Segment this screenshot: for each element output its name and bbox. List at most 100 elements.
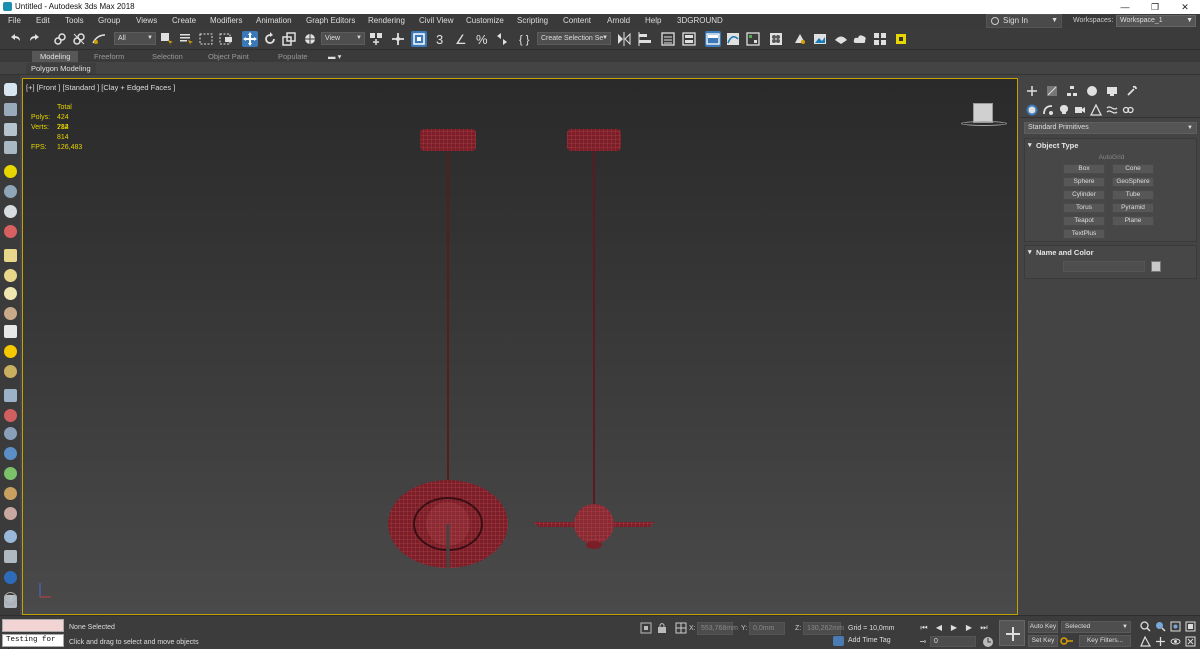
help-icon[interactable]: ? xyxy=(4,592,17,605)
motion-tab-icon[interactable] xyxy=(1086,85,1098,97)
object-color-swatch[interactable] xyxy=(1151,261,1161,272)
globe-icon[interactable] xyxy=(4,447,17,460)
current-frame-field[interactable]: 0 xyxy=(930,636,976,647)
autogrid-checkbox[interactable]: AutoGrid xyxy=(1025,154,1198,161)
biped-icon[interactable] xyxy=(4,427,17,440)
select-and-place-icon[interactable] xyxy=(302,31,318,47)
rectangular-selection-region-icon[interactable] xyxy=(198,31,214,47)
select-and-link-icon[interactable] xyxy=(52,31,68,47)
menu-content[interactable]: Content xyxy=(563,16,591,25)
shapes-category-icon[interactable] xyxy=(1042,104,1054,116)
list-view-icon[interactable] xyxy=(4,141,17,154)
box-button[interactable]: Box xyxy=(1063,164,1105,174)
sphere-button[interactable]: Sphere xyxy=(1063,177,1105,187)
grid-helper-icon[interactable] xyxy=(4,389,17,402)
lights-category-icon[interactable] xyxy=(1058,104,1070,116)
orbit-icon[interactable] xyxy=(1170,636,1181,647)
sphere-icon[interactable] xyxy=(4,287,17,300)
menu-civil-view[interactable]: Civil View xyxy=(419,16,454,25)
object-name-field[interactable] xyxy=(1063,261,1145,272)
tube-button[interactable]: Tube xyxy=(1112,190,1154,200)
x-coordinate-field[interactable]: 553,768mm xyxy=(697,622,738,635)
schematic-view-icon[interactable] xyxy=(745,31,761,47)
absolute-mode-icon[interactable] xyxy=(675,622,687,634)
field-of-view-icon[interactable] xyxy=(1140,636,1151,647)
object-category-select[interactable]: Standard Primitives ▼ xyxy=(1024,122,1197,134)
z-coordinate-field[interactable]: 130,262mm xyxy=(803,622,844,635)
toggle-layer-explorer-icon[interactable] xyxy=(681,31,697,47)
select-and-move-icon[interactable] xyxy=(242,31,258,47)
toggle-ribbon-icon[interactable] xyxy=(705,31,721,47)
undo-icon[interactable] xyxy=(7,31,23,47)
render-in-cloud-icon[interactable] xyxy=(852,31,868,47)
torus-button[interactable]: Torus xyxy=(1063,203,1105,213)
material-editor-icon[interactable] xyxy=(768,31,784,47)
tab-selection[interactable]: Selection xyxy=(144,51,191,62)
menu-views[interactable]: Views xyxy=(136,16,157,25)
helpers-category-icon[interactable] xyxy=(1090,104,1102,116)
select-by-name-icon[interactable] xyxy=(178,31,194,47)
minimize-button[interactable]: — xyxy=(1110,0,1140,14)
selection-filter-select[interactable]: All ▼ xyxy=(114,32,156,45)
particle-flow-icon[interactable] xyxy=(4,487,17,500)
systems-category-icon[interactable] xyxy=(1122,104,1134,116)
named-selection-set-select[interactable]: Create Selection Se ▼ xyxy=(537,32,611,45)
align-icon[interactable] xyxy=(637,31,653,47)
maxscript-listener-output[interactable] xyxy=(2,619,64,632)
edit-named-selection-icon[interactable]: { } xyxy=(517,31,533,47)
render-setup-icon[interactable] xyxy=(792,31,808,47)
select-and-scale-icon[interactable] xyxy=(281,31,297,47)
zoom-icon[interactable] xyxy=(1140,621,1151,632)
cloth-icon[interactable] xyxy=(4,507,17,520)
auto-key-button[interactable]: Auto Key xyxy=(1028,621,1058,633)
mirror-icon[interactable] xyxy=(616,31,632,47)
reference-coordinate-select[interactable]: View ▼ xyxy=(321,32,365,45)
render-production-icon[interactable] xyxy=(833,31,849,47)
display-tab-icon[interactable] xyxy=(1106,85,1118,97)
restore-button[interactable]: ❐ xyxy=(1140,0,1170,14)
viewcube[interactable] xyxy=(973,103,993,123)
cylinder-button[interactable]: Cylinder xyxy=(1063,190,1105,200)
menu-modifiers[interactable]: Modifiers xyxy=(210,16,242,25)
teapot-button[interactable]: Teapot xyxy=(1063,216,1105,226)
select-and-manipulate-icon[interactable] xyxy=(390,31,406,47)
tab-populate[interactable]: Populate xyxy=(270,51,316,62)
select-and-rotate-icon[interactable] xyxy=(262,31,278,47)
tab-modeling[interactable]: Modeling xyxy=(32,51,79,62)
systems-icon[interactable] xyxy=(4,225,17,238)
zoom-extents-all-icon[interactable] xyxy=(1185,621,1196,632)
add-time-tag-button[interactable]: Add Time Tag xyxy=(833,636,891,646)
cameras-category-icon[interactable] xyxy=(1074,104,1086,116)
viewport-layout-icon[interactable] xyxy=(4,83,17,96)
unlink-selection-icon[interactable] xyxy=(71,31,87,47)
key-filters-button[interactable]: Key Filters... xyxy=(1079,635,1131,647)
menu-group[interactable]: Group xyxy=(98,16,120,25)
key-mode-select[interactable]: Selected ▼ xyxy=(1061,621,1131,633)
y-coordinate-field[interactable]: 0,0mm xyxy=(749,622,785,635)
menu-file[interactable]: File xyxy=(8,16,21,25)
maxscript-mini-listener[interactable]: Testing for : xyxy=(2,634,64,649)
pendant-lamp-right[interactable] xyxy=(533,129,655,549)
front-viewport[interactable]: [+] [Front ] [Standard ] [Clay + Edged F… xyxy=(22,78,1018,615)
maximize-viewport-icon[interactable] xyxy=(1185,636,1196,647)
menu-3dground[interactable]: 3DGROUND xyxy=(677,16,723,25)
3dground-plugin-icon[interactable] xyxy=(893,31,909,47)
angle-snap-icon[interactable]: ∠ xyxy=(454,31,470,47)
redo-icon[interactable] xyxy=(27,31,43,47)
snaps-toggle-icon[interactable]: 3 xyxy=(433,31,449,47)
helpers-icon[interactable] xyxy=(4,185,17,198)
close-button[interactable]: ✕ xyxy=(1170,0,1200,14)
modify-tab-icon[interactable] xyxy=(1046,85,1058,97)
space-warps-category-icon[interactable] xyxy=(1106,104,1118,116)
zoom-all-icon[interactable] xyxy=(1155,621,1166,632)
object-type-header[interactable]: ▾ Object Type xyxy=(1025,139,1196,152)
sun-icon[interactable] xyxy=(4,345,17,358)
isolate-selection-icon[interactable] xyxy=(640,622,652,634)
select-object-icon[interactable] xyxy=(159,31,175,47)
zoom-extents-icon[interactable] xyxy=(1170,621,1181,632)
pendant-lamp-left[interactable] xyxy=(388,129,508,568)
bind-to-space-warp-icon[interactable] xyxy=(91,31,107,47)
previous-frame-icon[interactable]: ◀ xyxy=(933,622,945,634)
plane-button[interactable]: Plane xyxy=(1112,216,1154,226)
ribbon-options-icon[interactable]: ▬ ▾ xyxy=(320,51,349,62)
